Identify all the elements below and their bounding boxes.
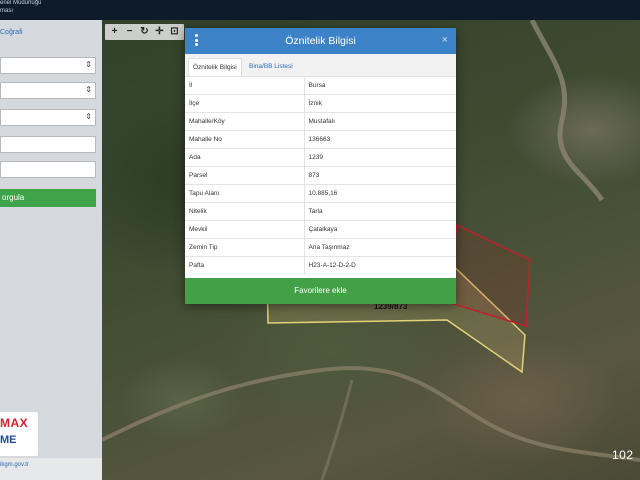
table-row: İlçe İznik <box>185 94 456 113</box>
refresh-icon[interactable]: ↻ <box>138 24 151 40</box>
table-row: Nitelik Tarla <box>185 202 456 221</box>
attribute-value: Bursa <box>304 76 456 95</box>
zoom-in-icon[interactable]: + <box>108 24 121 40</box>
zoom-out-icon[interactable]: − <box>123 24 136 40</box>
district-select[interactable]: ⇕ <box>0 82 96 99</box>
attribute-key: Tapu Alanı <box>185 184 305 203</box>
table-row: Ada 1239 <box>185 148 456 167</box>
attribute-key: Ada <box>185 148 305 167</box>
attribute-key: Mahalle No <box>185 130 305 149</box>
map-toolbar: + − ↻ ✛ ⊡ <box>105 24 184 40</box>
sidebar-footer: ikgm.gov.tr <box>0 458 102 480</box>
attribute-value: 10.885,16 <box>304 184 456 203</box>
attribute-dialog: Öznitelik Bilgisi × Öznitelik Bilgisi Bi… <box>185 28 456 304</box>
attribute-key: Pafta <box>185 256 305 275</box>
attribute-value: Ana Taşınmaz <box>304 238 456 257</box>
table-row: İl Bursa <box>185 76 456 95</box>
table-row: Zemin Tip Ana Taşınmaz <box>185 238 456 257</box>
attribute-value: Çatalkaya <box>304 220 456 239</box>
attribute-value: 873 <box>304 166 456 185</box>
attribute-key: İlçe <box>185 94 305 113</box>
table-row: Mahalle No 136663 <box>185 130 456 149</box>
tab-building-list[interactable]: Bina/BB Listesi <box>245 58 297 76</box>
query-button[interactable]: orgula <box>0 189 96 207</box>
table-row: Tapu Alanı 10.885,16 <box>185 184 456 203</box>
attribute-value: Mustafalı <box>304 112 456 131</box>
dialog-tabs: Öznitelik Bilgisi Bina/BB Listesi <box>185 54 456 77</box>
dialog-title: Öznitelik Bilgisi <box>285 35 356 47</box>
neighborhood-select[interactable]: ⇕ <box>0 109 96 126</box>
attribute-table: İl Bursa İlçe İznik Mahalle/Köy Mustafalı Maha… <box>185 76 456 275</box>
sidebar-tab-geographic[interactable]: Coğrafi <box>0 29 23 36</box>
table-row: Parsel 873 <box>185 166 456 185</box>
attribute-value: Tarla <box>304 202 456 221</box>
attribute-key: Parsel <box>185 166 305 185</box>
app-header: enel Müdürlüğü ması <box>0 0 640 20</box>
locate-icon[interactable]: ✛ <box>153 24 166 40</box>
header-title: enel Müdürlüğü <box>0 0 42 6</box>
attribute-key: Mahalle/Köy <box>185 112 305 131</box>
dialog-header: Öznitelik Bilgisi × <box>185 28 456 54</box>
chevron-down-icon: ⇕ <box>85 60 92 69</box>
sidebar: Coğrafi ⇕ ⇕ ⇕ orgula MAX ME ikgm.gov.tr <box>0 20 102 480</box>
road <box>529 20 605 202</box>
attribute-key: İl <box>185 76 305 95</box>
close-icon[interactable]: × <box>442 34 448 46</box>
logo-line1: MAX <box>0 416 29 430</box>
attribute-value: İznik <box>304 94 456 113</box>
measure-icon[interactable]: ⊡ <box>168 24 181 40</box>
logo-line2: ME <box>0 434 17 446</box>
block-input[interactable] <box>0 136 96 153</box>
attribute-key: Nitelik <box>185 202 305 221</box>
attribute-key: Zemin Tip <box>185 238 305 257</box>
map-corner-number: 102 <box>612 448 634 462</box>
province-select[interactable]: ⇕ <box>0 57 96 74</box>
footer-link[interactable]: ikgm.gov.tr <box>0 462 29 468</box>
road <box>102 366 640 462</box>
parcel-input[interactable] <box>0 161 96 178</box>
chevron-down-icon: ⇕ <box>85 85 92 94</box>
table-row: Mevkii Çatalkaya <box>185 220 456 239</box>
road <box>320 379 354 480</box>
attribute-value: 136663 <box>304 130 456 149</box>
table-row: Pafta H23-A-12-D-2-D <box>185 256 456 275</box>
kebab-menu-icon[interactable] <box>195 34 199 48</box>
chevron-down-icon: ⇕ <box>85 112 92 121</box>
header-subtitle: ması <box>0 8 14 14</box>
brand-logo: MAX ME <box>0 412 38 456</box>
attribute-value: 1239 <box>304 148 456 167</box>
table-row: Mahalle/Köy Mustafalı <box>185 112 456 131</box>
tab-attributes[interactable]: Öznitelik Bilgisi <box>188 58 242 77</box>
attribute-value: H23-A-12-D-2-D <box>304 256 456 275</box>
attribute-key: Mevkii <box>185 220 305 239</box>
add-favorite-button[interactable]: Favorilere ekle <box>185 278 456 304</box>
